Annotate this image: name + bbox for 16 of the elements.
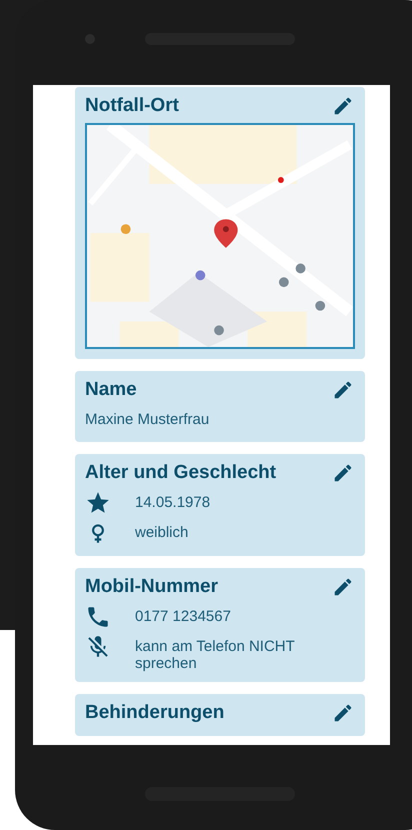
pencil-icon [332, 95, 354, 117]
card-title: Name [85, 378, 137, 402]
pencil-icon [332, 576, 354, 598]
detail-text: 14.05.1978 [135, 492, 212, 510]
pencil-icon [332, 462, 354, 484]
card-title: Behinderungen [85, 700, 224, 724]
star-icon [85, 490, 111, 516]
card-title: Notfall-Ort [85, 94, 179, 118]
detail-text: weiblich [135, 522, 190, 540]
card-value: Maxine Musterfrau [85, 410, 210, 430]
card-title: Mobil-Nummer [85, 574, 218, 598]
detail-text: kann am Telefon NICHT sprechen [135, 636, 296, 672]
detail-text: 0177 1234567 [135, 606, 232, 624]
pencil-icon [332, 702, 354, 724]
pencil-icon [332, 379, 354, 401]
card-title: Alter und Geschlecht [85, 460, 276, 484]
